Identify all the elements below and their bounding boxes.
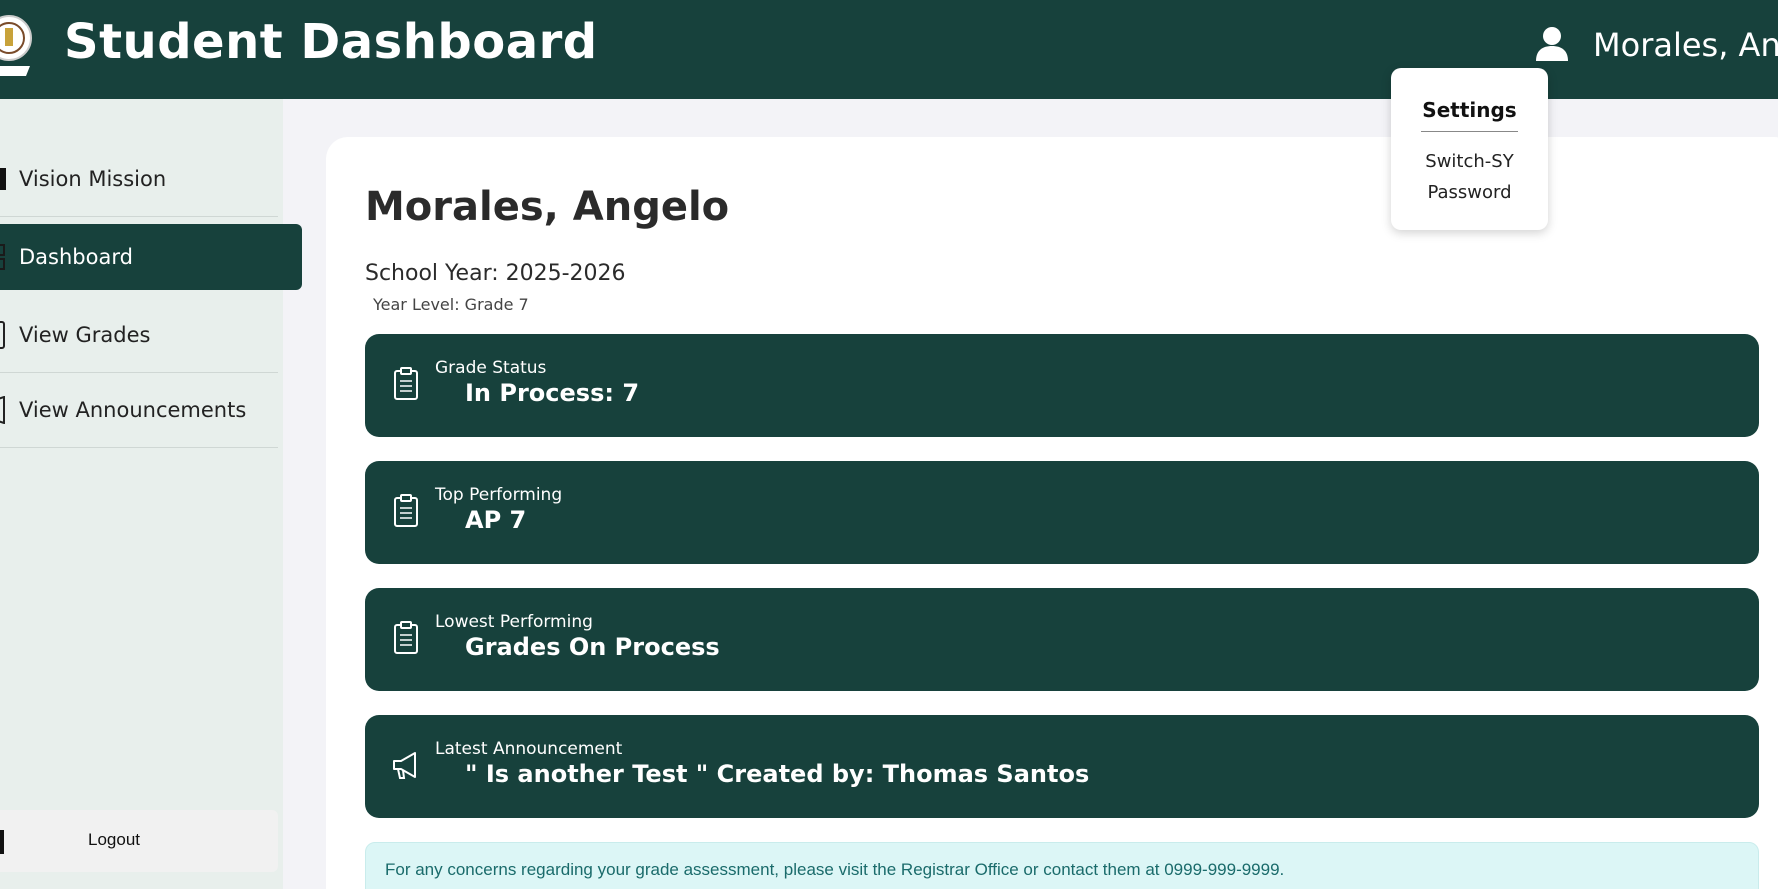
year-level: Year Level: Grade 7 <box>373 295 529 314</box>
vision-icon <box>0 167 6 190</box>
lowest-performing-card: Lowest Performing Grades On Process <box>365 588 1759 691</box>
grade-status-card: Grade Status In Process: 7 <box>365 334 1759 437</box>
card-value: " Is another Test " Created by: Thomas S… <box>465 760 1090 788</box>
card-label: Grade Status <box>435 358 547 378</box>
card-label: Latest Announcement <box>435 739 623 759</box>
card-value: Grades On Process <box>465 633 720 661</box>
registrar-notice: For any concerns regarding your grade as… <box>365 842 1759 889</box>
sidebar-item-view-grades[interactable]: View Grades <box>0 297 278 373</box>
logout-icon <box>0 830 4 854</box>
latest-announcement-card: Latest Announcement " Is another Test " … <box>365 715 1759 818</box>
logout-button[interactable]: Logout <box>0 810 278 872</box>
sidebar-item-dashboard[interactable]: Dashboard <box>0 224 302 290</box>
switch-sy-menu-item[interactable]: Switch-SY <box>1391 151 1548 172</box>
password-menu-item[interactable]: Password <box>1391 182 1548 203</box>
announcements-icon <box>0 395 5 424</box>
settings-title: Settings <box>1422 98 1517 122</box>
card-label: Lowest Performing <box>435 612 593 632</box>
student-name: Morales, Angelo <box>365 184 730 230</box>
school-year: School Year: 2025-2026 <box>365 261 626 286</box>
megaphone-icon <box>393 752 416 779</box>
notice-text: For any concerns regarding your grade as… <box>385 860 1285 879</box>
settings-dropdown: Settings Switch-SY Password <box>1391 68 1548 230</box>
clipboard-icon <box>394 621 418 654</box>
dashboard-icon <box>0 244 5 270</box>
app-title: Student Dashboard <box>64 14 598 70</box>
sidebar-item-vision-mission[interactable]: Vision Mission <box>0 141 278 217</box>
card-label: Top Performing <box>435 485 563 505</box>
school-logo <box>0 15 32 76</box>
clipboard-icon <box>394 494 418 527</box>
clipboard-icon <box>394 367 418 400</box>
user-name-menu[interactable]: Morales, Ang <box>1593 26 1778 64</box>
grades-icon <box>0 320 5 349</box>
card-value: AP 7 <box>465 506 527 534</box>
card-value: In Process: 7 <box>465 379 640 407</box>
settings-divider <box>1421 131 1518 132</box>
sidebar: Vision Mission Dashboard View Grades Vie… <box>0 99 302 889</box>
top-performing-card: Top Performing AP 7 <box>365 461 1759 564</box>
sidebar-item-view-announcements[interactable]: View Announcements <box>0 372 278 448</box>
user-icon[interactable] <box>1535 26 1569 62</box>
